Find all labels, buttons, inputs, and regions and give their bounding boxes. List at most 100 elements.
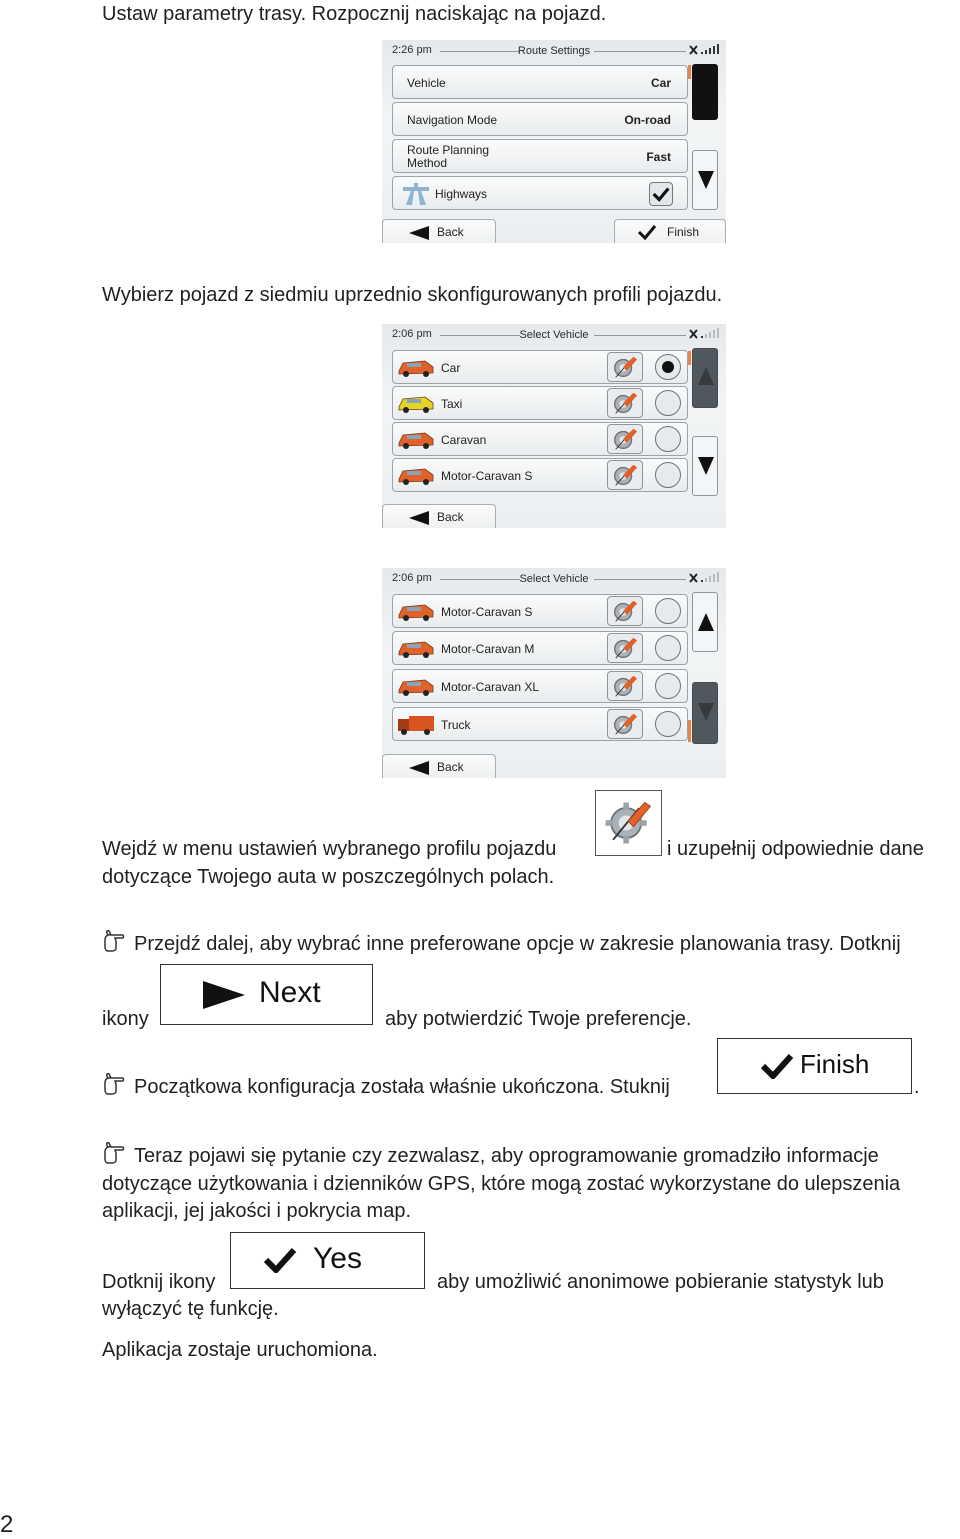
final-text: Aplikacja zostaje uruchomiona. [102, 1339, 378, 1361]
finish-label: Finish [667, 225, 700, 239]
route-planning-method-row[interactable]: Route Planning Method Fast [392, 139, 688, 173]
row-label: Highways [435, 187, 488, 201]
arrow-left-icon [409, 511, 429, 525]
row-value: Fast [646, 150, 671, 164]
vehicle-radio-button[interactable] [655, 390, 681, 416]
checkmark-icon [760, 1053, 794, 1079]
vehicle-name: Motor-Caravan M [441, 642, 535, 656]
vehicle-radio-button[interactable] [655, 462, 681, 488]
vehicle-settings-button[interactable] [607, 388, 643, 418]
vehicle-name: Car [441, 361, 461, 375]
vehicle-list-item[interactable]: Motor-Caravan S [392, 594, 688, 628]
finish-label: Finish [800, 1049, 870, 1079]
status-bar: 2:06 pm Select Vehicle [382, 568, 726, 590]
highways-row[interactable]: Highways [392, 176, 688, 210]
pointing-hand-icon [104, 1142, 125, 1164]
vehicle-settings-button[interactable] [607, 709, 643, 739]
next-button[interactable]: Next [160, 964, 373, 1025]
settings-instruction-after: i uzupełnij odpowiednie dane [667, 838, 924, 860]
gear-wrench-icon [614, 637, 638, 659]
vehicle-radio-button[interactable] [655, 354, 681, 380]
yes-instruction: Dotknij ikony [102, 1271, 216, 1293]
play-arrow-icon [203, 981, 245, 1009]
row-label: Navigation Mode [407, 113, 498, 127]
scroll-up-button[interactable] [692, 592, 718, 652]
vehicle-list-item[interactable]: Car [392, 350, 688, 384]
row-value: Car [650, 76, 671, 90]
vehicle-settings-button[interactable] [607, 596, 643, 626]
vehicle-list-item[interactable]: Motor-Caravan XL [392, 669, 688, 703]
vehicle-settings-button[interactable] [607, 460, 643, 490]
vehicle-icon [398, 641, 434, 658]
finish-button[interactable]: Finish [614, 219, 726, 243]
arrow-down-icon [698, 703, 714, 721]
vehicle-name: Motor-Caravan S [441, 469, 533, 483]
back-label: Back [437, 225, 464, 239]
scroll-down-button[interactable] [692, 150, 718, 210]
scroll-indicator [688, 65, 691, 79]
yes-button-illustration[interactable]: Yes [230, 1232, 425, 1289]
checkmark-icon [637, 225, 657, 240]
scroll-down-button[interactable] [692, 436, 718, 496]
gear-wrench-icon [614, 675, 638, 697]
vehicle-icon [398, 360, 434, 377]
status-bar: 2:06 pm Select Vehicle [382, 324, 726, 346]
select-vehicle-screen-2: 2:06 pm Select Vehicle Motor-Caravan S Mo… [382, 568, 726, 778]
vehicle-list-item[interactable]: Motor-Caravan M [392, 631, 688, 665]
stats-instruction: Teraz pojawi się pytanie czy zezwalasz, … [102, 1142, 879, 1170]
settings-instruction: Wejdź w menu ustawień wybranego profilu … [102, 835, 556, 863]
vehicle-radio-button[interactable] [655, 673, 681, 699]
vehicle-name: Motor-Caravan XL [441, 680, 540, 694]
vehicle-radio-button[interactable] [655, 598, 681, 624]
back-button[interactable]: Back [382, 504, 496, 528]
select-vehicle-screen-1: 2:06 pm Select Vehicle Car Taxi Caravan Mot… [382, 324, 726, 528]
vehicle-list-item[interactable]: Motor-Caravan S [392, 458, 688, 492]
vehicle-name: Caravan [441, 433, 487, 447]
vehicle-list-item[interactable]: Taxi [392, 386, 688, 420]
scrollbar-thumb[interactable] [692, 64, 718, 120]
vehicle-settings-button[interactable] [607, 633, 643, 663]
status-bar: 2:26 pm Route Settings [382, 40, 726, 62]
vehicle-settings-icon-box [595, 790, 662, 856]
vehicle-settings-button[interactable] [607, 424, 643, 454]
row-label: Vehicle [407, 76, 446, 90]
back-button[interactable]: Back [382, 754, 496, 778]
yes-instruction-after: aby umożliwić anonimowe pobieranie staty… [437, 1271, 884, 1293]
intro-text: Ustaw parametry trasy. Rozpocznij nacisk… [102, 3, 607, 25]
row-label: Route Planning Method [407, 143, 490, 170]
vehicle-list-item[interactable]: Truck [392, 707, 688, 741]
checkmark-icon [652, 187, 670, 202]
highways-checkbox[interactable] [649, 182, 673, 206]
vehicle-name: Truck [441, 718, 471, 732]
page-number: 2 [0, 1511, 14, 1538]
arrow-down-icon [698, 171, 714, 189]
vehicle-settings-button[interactable] [607, 352, 643, 382]
gps-signal-icon [689, 328, 719, 339]
pointing-hand-icon [104, 930, 125, 952]
navigation-mode-row[interactable]: Navigation Mode On-road [392, 102, 688, 136]
vehicle-row[interactable]: Vehicle Car [392, 65, 688, 99]
route-settings-screen: 2:26 pm Route Settings Vehicle Car Navig… [382, 40, 726, 243]
pointing-hand-icon [104, 1073, 125, 1095]
vehicle-icon [398, 396, 434, 413]
gps-signal-icon [689, 44, 719, 55]
back-button[interactable]: Back [382, 219, 496, 243]
vehicle-radio-button[interactable] [655, 426, 681, 452]
finish-button-illustration[interactable]: Finish [717, 1038, 912, 1094]
vehicle-settings-button[interactable] [607, 671, 643, 701]
scroll-up-button[interactable] [692, 348, 718, 408]
arrow-up-icon [698, 613, 714, 631]
vehicle-name: Taxi [441, 397, 463, 411]
vehicle-list-item[interactable]: Caravan [392, 422, 688, 456]
text: Przejdź dalej, aby wybrać inne preferowa… [134, 933, 901, 955]
truck-icon [398, 716, 434, 735]
yes-instruction-line2: wyłączyć tę funkcję. [102, 1298, 279, 1320]
gear-wrench-icon [614, 600, 638, 622]
text: Początkowa konfiguracja została właśnie … [134, 1076, 670, 1098]
vehicle-icon [398, 604, 434, 621]
vehicle-radio-button[interactable] [655, 635, 681, 661]
stats-instruction-line2: dotyczące użytkowania i dzienników GPS, … [102, 1173, 901, 1195]
arrow-left-icon [409, 761, 429, 775]
vehicle-radio-button[interactable] [655, 711, 681, 737]
scroll-down-button[interactable] [692, 682, 718, 744]
